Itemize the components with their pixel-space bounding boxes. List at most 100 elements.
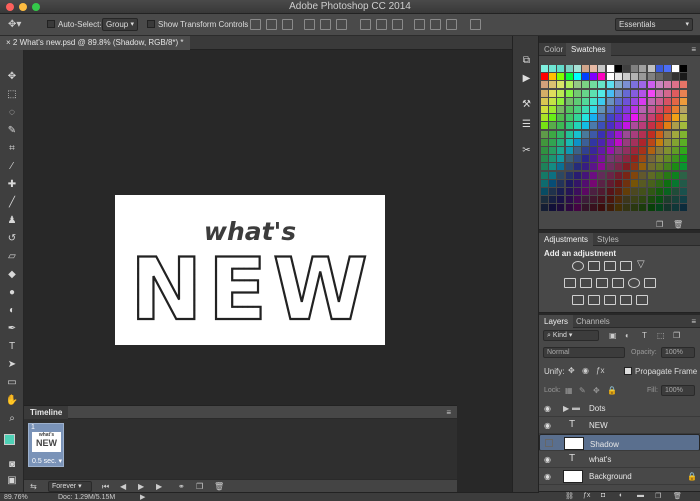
swatch[interactable]	[590, 97, 598, 105]
distribute-center-icon[interactable]	[376, 19, 387, 30]
foreground-color-swatch[interactable]	[4, 434, 15, 445]
vibrance-icon[interactable]: ▽	[637, 259, 645, 270]
tween-icon[interactable]: ⚭	[178, 482, 185, 491]
swatch[interactable]	[623, 204, 630, 212]
swatch[interactable]	[664, 89, 671, 97]
swatch[interactable]	[664, 106, 671, 113]
swatch[interactable]	[557, 73, 565, 81]
blur-tool-icon[interactable]: ●	[5, 286, 19, 300]
swatch[interactable]	[541, 196, 548, 204]
swatch[interactable]	[639, 73, 647, 81]
swatch[interactable]	[664, 196, 671, 204]
dodge-tool-icon[interactable]: ◐	[5, 304, 19, 318]
swatch[interactable]	[639, 204, 647, 212]
swatch[interactable]	[549, 97, 557, 105]
swatch[interactable]	[664, 130, 671, 138]
swatch[interactable]	[631, 138, 639, 146]
swatch[interactable]	[590, 147, 598, 154]
swatch[interactable]	[565, 73, 573, 81]
move-tool-icon[interactable]: ✥	[5, 70, 19, 84]
swatch[interactable]	[647, 89, 655, 97]
swatch[interactable]	[655, 130, 663, 138]
swatch[interactable]	[606, 73, 614, 81]
swatch[interactable]	[680, 188, 688, 195]
swatch[interactable]	[623, 106, 630, 113]
quick-selection-tool-icon[interactable]: ✎	[5, 124, 19, 138]
swatch[interactable]	[573, 89, 581, 97]
panel-menu-icon[interactable]: ≡	[691, 45, 696, 54]
swatch[interactable]	[672, 97, 680, 105]
swatch[interactable]	[614, 81, 622, 89]
swatch[interactable]	[647, 97, 655, 105]
swatch[interactable]	[639, 163, 647, 171]
swatch[interactable]	[565, 188, 573, 195]
unify-style-icon[interactable]: ƒx	[596, 366, 604, 375]
swatch[interactable]	[565, 138, 573, 146]
swatch[interactable]	[606, 147, 614, 154]
swatch[interactable]	[582, 130, 589, 138]
swatch[interactable]	[582, 122, 589, 130]
swatch[interactable]	[573, 122, 581, 130]
swatch[interactable]	[565, 89, 573, 97]
align-horizontal-center-icon[interactable]	[320, 19, 331, 30]
swatch[interactable]	[598, 89, 606, 97]
propagate-frame-checkbox[interactable]	[624, 367, 632, 375]
swatch[interactable]	[590, 163, 598, 171]
fill-field[interactable]: 100%	[661, 385, 695, 396]
tab-styles[interactable]: Styles	[592, 233, 624, 246]
color-balance-icon[interactable]	[580, 278, 592, 288]
gradient-map-icon[interactable]	[636, 295, 648, 305]
swatch[interactable]	[598, 204, 606, 212]
swatch[interactable]	[655, 147, 663, 154]
swatch[interactable]	[541, 163, 548, 171]
swatch[interactable]	[672, 171, 680, 179]
swatch[interactable]	[672, 188, 680, 195]
tab-swatches[interactable]: Swatches	[566, 43, 611, 56]
convert-to-video-timeline-icon[interactable]: ⇆	[30, 482, 37, 491]
unify-position-icon[interactable]: ✥	[568, 366, 575, 375]
swatch[interactable]	[606, 122, 614, 130]
swatch[interactable]	[623, 171, 630, 179]
swatch[interactable]	[623, 81, 630, 89]
swatch[interactable]	[557, 81, 565, 89]
swatch[interactable]	[647, 155, 655, 163]
swatch[interactable]	[631, 114, 639, 122]
swatch[interactable]	[647, 188, 655, 195]
swatch[interactable]	[614, 97, 622, 105]
swatch[interactable]	[672, 130, 680, 138]
swatch[interactable]	[606, 130, 614, 138]
swatch[interactable]	[573, 171, 581, 179]
tab-color[interactable]: Color	[539, 43, 568, 56]
swatch[interactable]	[614, 65, 622, 72]
swatch[interactable]	[598, 155, 606, 163]
swatch[interactable]	[631, 196, 639, 204]
swatch[interactable]	[541, 188, 548, 195]
eyedropper-tool-icon[interactable]: ⁄	[5, 160, 19, 174]
swatch[interactable]	[664, 179, 671, 187]
close-tab-icon[interactable]: ×	[6, 38, 13, 47]
swatch[interactable]	[606, 171, 614, 179]
swatch[interactable]	[582, 196, 589, 204]
swatch[interactable]	[573, 130, 581, 138]
swatch[interactable]	[590, 122, 598, 130]
swatch[interactable]	[655, 89, 663, 97]
swatch[interactable]	[573, 155, 581, 163]
layer-row-whats[interactable]: ◉ T what's	[539, 451, 700, 468]
swatch[interactable]	[680, 171, 688, 179]
swatch[interactable]	[680, 97, 688, 105]
swatch[interactable]	[647, 122, 655, 130]
zoom-window-button[interactable]	[32, 3, 40, 11]
swatch[interactable]	[582, 114, 589, 122]
swatch[interactable]	[655, 188, 663, 195]
swatch[interactable]	[590, 73, 598, 81]
swatch[interactable]	[598, 138, 606, 146]
swatch[interactable]	[639, 89, 647, 97]
swatch[interactable]	[541, 89, 548, 97]
swatch[interactable]	[680, 163, 688, 171]
swatch[interactable]	[573, 204, 581, 212]
swatch[interactable]	[614, 106, 622, 113]
swatch[interactable]	[631, 171, 639, 179]
swatch[interactable]	[598, 147, 606, 154]
swatch[interactable]	[541, 114, 548, 122]
swatch[interactable]	[647, 114, 655, 122]
